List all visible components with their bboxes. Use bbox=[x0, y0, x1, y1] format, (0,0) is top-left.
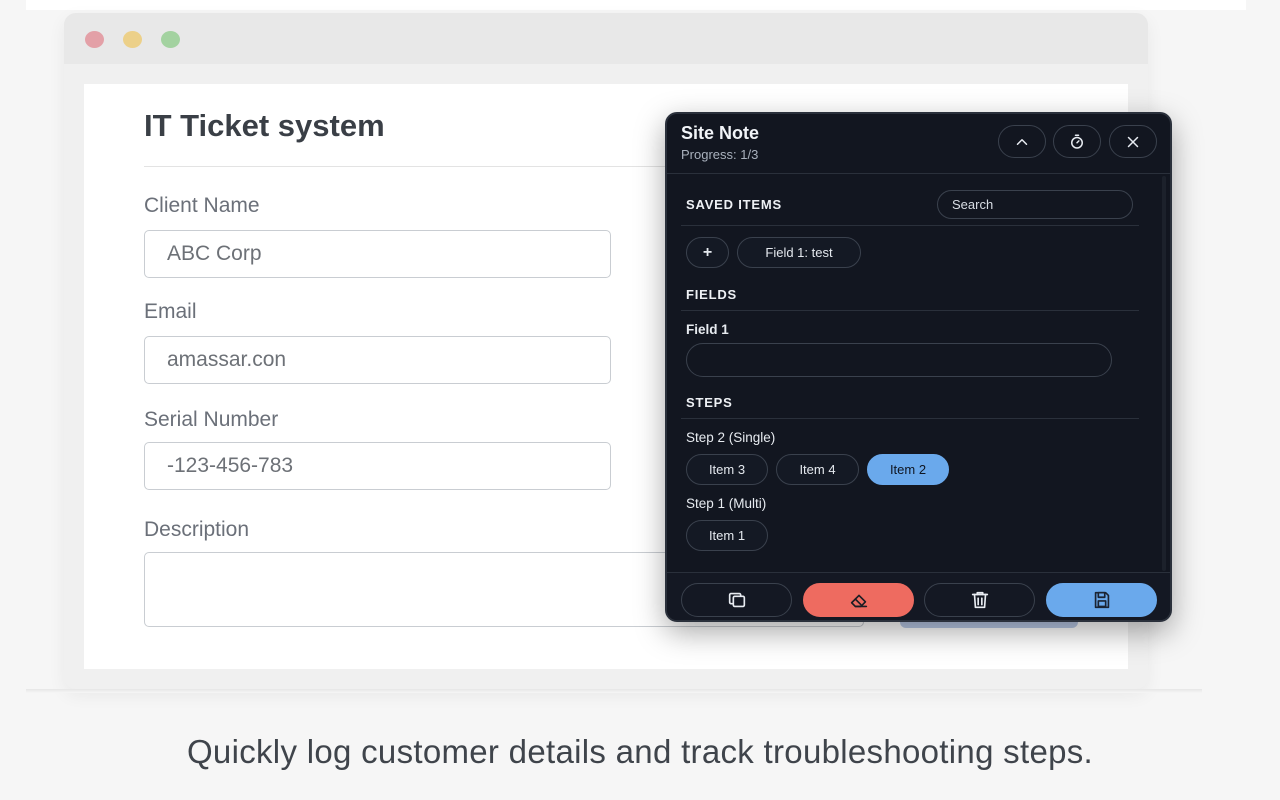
caption-text: Quickly log customer details and track t… bbox=[186, 733, 1094, 770]
window-shadow bbox=[26, 689, 1202, 693]
step-item-2-selected[interactable]: Item 2 bbox=[867, 454, 949, 485]
step-2-label: Step 2 (Single) bbox=[686, 430, 776, 445]
minimize-window-dot[interactable] bbox=[123, 31, 142, 48]
email-value: amassar.con bbox=[167, 348, 287, 371]
title-divider bbox=[144, 166, 704, 167]
add-saved-item-button[interactable]: + bbox=[686, 237, 729, 268]
save-button[interactable] bbox=[1046, 583, 1157, 617]
panel-footer bbox=[667, 572, 1170, 620]
field-1-label: Field 1 bbox=[686, 322, 729, 337]
chevron-up-icon bbox=[1016, 138, 1028, 145]
copy-icon bbox=[728, 592, 745, 608]
search-placeholder: Search bbox=[952, 197, 994, 212]
panel-header: Site Note Progress: 1/3 bbox=[667, 114, 1170, 174]
top-strip bbox=[26, 0, 1246, 10]
email-label: Email bbox=[144, 300, 197, 323]
step-item-3[interactable]: Item 3 bbox=[686, 454, 768, 485]
copy-button[interactable] bbox=[681, 583, 792, 617]
description-label: Description bbox=[144, 518, 250, 541]
serial-number-input[interactable]: -123-456-783 bbox=[144, 442, 611, 490]
page-title: IT Ticket system bbox=[144, 108, 385, 143]
saved-items-search-input[interactable]: Search bbox=[937, 190, 1133, 219]
panel-title: Site Note bbox=[681, 123, 760, 143]
fields-heading: FIELDS bbox=[686, 287, 738, 302]
browser-title-bar bbox=[64, 13, 1148, 64]
fields-divider bbox=[681, 310, 1139, 311]
serial-number-label: Serial Number bbox=[144, 408, 279, 431]
saved-item-chip[interactable]: Field 1: test bbox=[737, 237, 861, 268]
saved-items-divider bbox=[681, 225, 1139, 226]
step-item-4[interactable]: Item 4 bbox=[776, 454, 859, 485]
trash-icon bbox=[971, 591, 988, 609]
timer-icon bbox=[1071, 134, 1083, 149]
eraser-icon bbox=[850, 594, 867, 608]
clear-button[interactable] bbox=[803, 583, 914, 617]
save-icon bbox=[1094, 591, 1109, 609]
step-1-label: Step 1 (Multi) bbox=[686, 496, 767, 511]
timer-button[interactable] bbox=[1053, 125, 1101, 158]
close-window-dot[interactable] bbox=[85, 31, 104, 48]
maximize-window-dot[interactable] bbox=[161, 31, 180, 48]
client-name-input[interactable]: ABC Corp bbox=[144, 230, 611, 278]
serial-number-value: -123-456-783 bbox=[167, 454, 294, 477]
site-note-panel: Site Note Progress: 1/3 SAVED ITEMS Sear… bbox=[665, 112, 1172, 622]
client-name-label: Client Name bbox=[144, 194, 260, 217]
steps-divider bbox=[681, 418, 1139, 419]
saved-items-heading: SAVED ITEMS bbox=[686, 197, 782, 212]
delete-button[interactable] bbox=[924, 583, 1035, 617]
field-1-input[interactable] bbox=[686, 343, 1112, 377]
client-name-value: ABC Corp bbox=[167, 242, 262, 265]
panel-progress: Progress: 1/3 bbox=[681, 147, 759, 162]
steps-heading: STEPS bbox=[686, 395, 733, 410]
email-input[interactable]: amassar.con bbox=[144, 336, 611, 384]
collapse-button[interactable] bbox=[998, 125, 1046, 158]
close-panel-button[interactable] bbox=[1109, 125, 1157, 158]
panel-scrollbar[interactable] bbox=[1162, 176, 1166, 571]
close-icon bbox=[1127, 136, 1139, 147]
step-item-1[interactable]: Item 1 bbox=[686, 520, 768, 551]
